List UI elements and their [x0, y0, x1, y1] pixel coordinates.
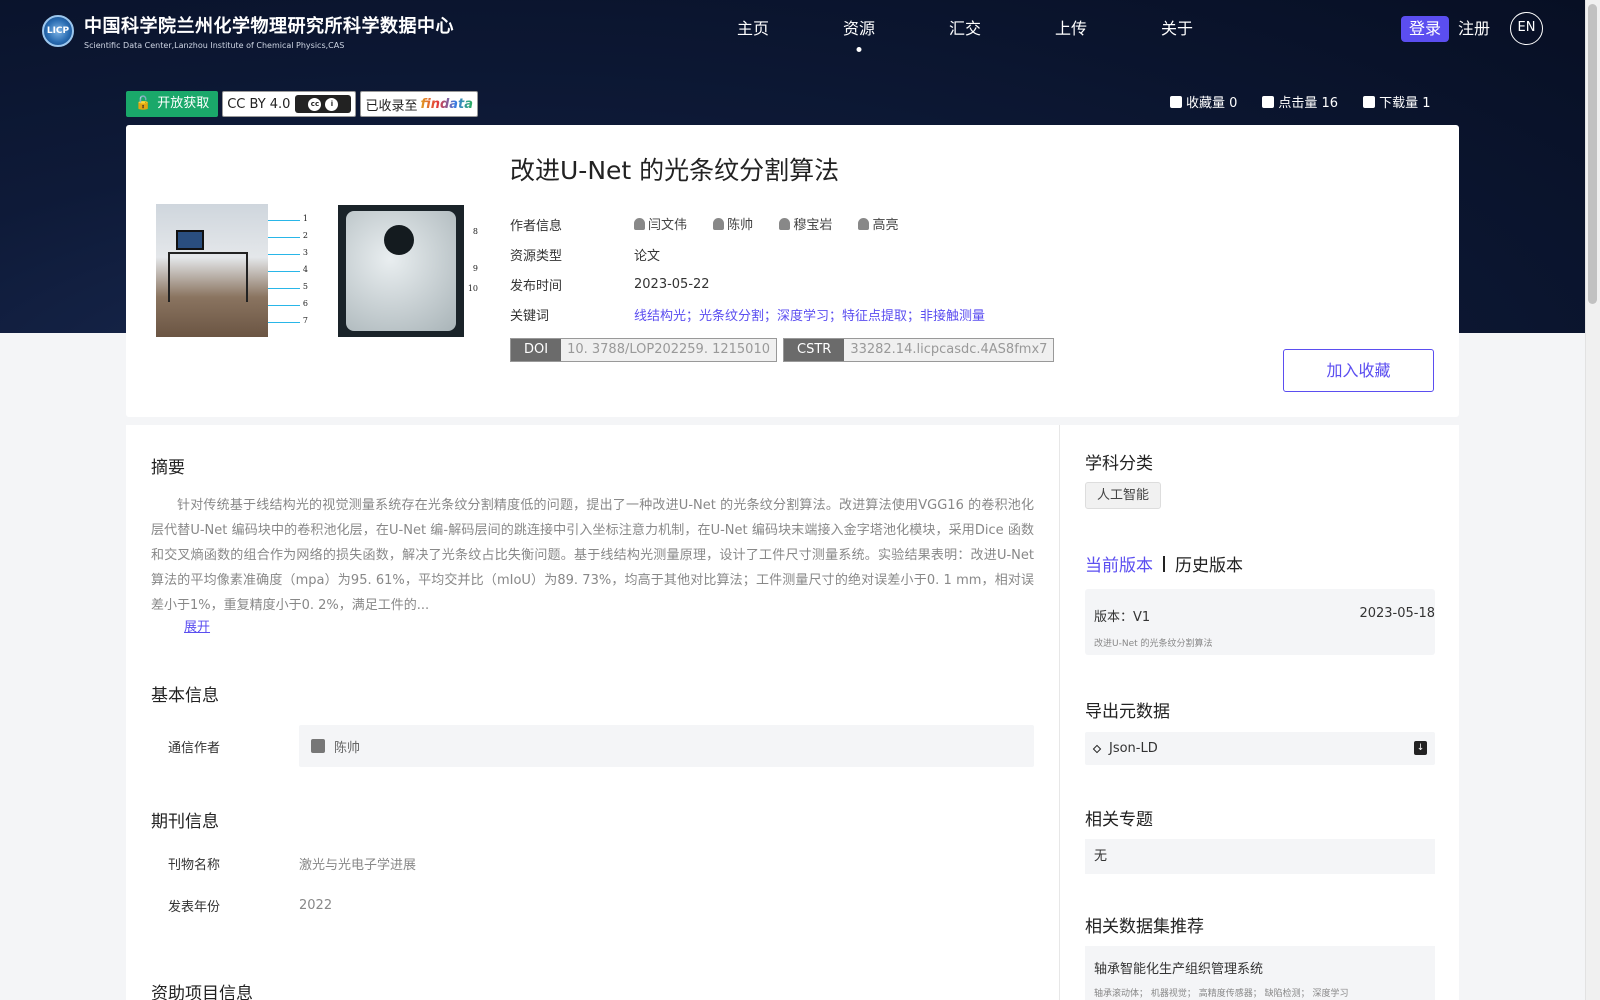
version-tabs: 当前版本 历史版本	[1085, 551, 1243, 576]
corresponding-author-box[interactable]: 陈帅	[299, 725, 1034, 767]
doi-value: 10. 3788/LOP202259. 1215010	[561, 339, 776, 361]
setup-photo[interactable]	[156, 204, 268, 337]
person-icon	[713, 217, 725, 230]
version-name: 改进U-Net 的光条纹分割算法	[1094, 639, 1213, 649]
recommend-name: 轴承智能化生产组织管理系统	[1094, 962, 1264, 977]
open-access-label: 开放获取	[157, 96, 210, 111]
tab-history-version[interactable]: 历史版本	[1175, 551, 1243, 576]
journal-name-row: 刊物名称 激光与光电子学进展	[151, 853, 1034, 873]
login-button[interactable]: 登录	[1401, 16, 1450, 42]
scrollbar-thumb[interactable]	[1588, 4, 1597, 304]
logo-emblem-icon: LICP	[42, 15, 74, 47]
record-meta: 作者信息 闫文伟 陈帅 穆宝岩 高亮 资源类型 论文 发布时间 2023-05-…	[510, 209, 985, 329]
abstract-text: 针对传统基于线结构光的视觉测量系统存在光条纹分割精度低的问题，提出了一种改进U-…	[151, 498, 1034, 613]
subject-title: 学科分类	[1085, 454, 1153, 474]
cstr-value: 33282.14.licpcasdc.4AS8fmx7	[844, 339, 1054, 361]
findata-badge[interactable]: 已收录至 findata	[360, 91, 479, 117]
cc-by-icon: cc i	[295, 95, 352, 113]
date-label: 发布时间	[510, 278, 563, 294]
journal-name-value: 激光与光电子学进展	[299, 857, 417, 873]
type-label: 资源类型	[510, 248, 563, 264]
open-access-badge: 🔓 开放获取	[126, 91, 219, 117]
diamond-icon	[1092, 744, 1102, 753]
license-badges: 🔓 开放获取 CC BY 4.0 cc i 已收录至 findata	[126, 91, 479, 117]
site-logo[interactable]: LICP 中国科学院兰州化学物理研究所科学数据中心 Scientific Dat…	[42, 12, 454, 50]
record-detail-card: 摘要 针对传统基于线结构光的视觉测量系统存在光条纹分割精度低的问题，提出了一种改…	[126, 425, 1059, 1000]
record-header-card: 1 2 3 4 5 6 7 8 9 10 改进U-Net 的光条纹分割算法 作者…	[126, 125, 1459, 417]
date-value: 2023-05-22	[634, 276, 710, 292]
subject-tag[interactable]: 人工智能	[1085, 482, 1162, 509]
cstr-badge[interactable]: CSTR 33282.14.licpcasdc.4AS8fmx7	[783, 338, 1055, 362]
views-stat: 点击量 16	[1262, 92, 1338, 111]
topics-value: 无	[1085, 839, 1435, 874]
identifier-badges: DOI 10. 3788/LOP202259. 1215010 CSTR 332…	[510, 338, 1055, 362]
setup-photo-labels: 1 2 3 4 5 6 7	[268, 204, 308, 337]
version-date: 2023-05-18	[1359, 606, 1435, 621]
nav-about[interactable]: 关于	[1124, 14, 1230, 44]
basic-info-title: 基本信息	[151, 686, 219, 706]
corresponding-author-value: 陈帅	[334, 740, 361, 756]
recommend-title: 相关数据集推荐	[1085, 917, 1204, 937]
abstract-title: 摘要	[151, 458, 185, 478]
bookmark-icon	[1170, 95, 1182, 108]
license-label: CC BY 4.0	[227, 96, 291, 112]
nav-resources[interactable]: 资源	[806, 14, 912, 44]
recommend-keywords: 轴承滚动体； 机器视觉； 高精度传感器； 缺陷检测； 深度学习	[1094, 989, 1349, 999]
findata-prefix: 已收录至	[365, 98, 418, 114]
publish-year-value: 2022	[299, 897, 333, 913]
site-name-en: Scientific Data Center,Lanzhou Institute…	[84, 41, 345, 50]
tab-current-version[interactable]: 当前版本	[1085, 551, 1153, 576]
record-title: 改进U-Net 的光条纹分割算法	[510, 156, 840, 185]
keywords-label: 关键词	[510, 308, 550, 324]
author-item[interactable]: 穆宝岩	[779, 214, 832, 233]
author-item[interactable]: 陈帅	[713, 214, 753, 233]
register-link[interactable]: 注册	[1458, 16, 1490, 42]
download-icon[interactable]: ↓	[1414, 741, 1427, 755]
author-item[interactable]: 闫文伟	[634, 214, 687, 233]
findata-logo: findata	[420, 96, 474, 112]
nav-submit[interactable]: 汇交	[912, 14, 1018, 44]
language-toggle[interactable]: EN	[1510, 12, 1543, 45]
nav-home[interactable]: 主页	[700, 14, 806, 44]
cc-license-badge[interactable]: CC BY 4.0 cc i	[222, 91, 357, 117]
download-icon	[1363, 95, 1376, 108]
add-favorite-button[interactable]: 加入收藏	[1283, 349, 1434, 392]
version-label: 版本：V1	[1094, 610, 1151, 625]
journal-info-title: 期刊信息	[151, 812, 219, 832]
unlock-icon: 🔓	[135, 96, 152, 111]
favorites-stat: 收藏量 0	[1170, 92, 1237, 111]
author-label: 作者信息	[510, 218, 563, 234]
workpiece-photo[interactable]	[338, 205, 464, 337]
expand-link[interactable]: 展开	[184, 616, 210, 635]
person-icon	[858, 217, 870, 230]
doi-badge[interactable]: DOI 10. 3788/LOP202259. 1215010	[510, 338, 777, 362]
eye-icon	[1262, 95, 1275, 108]
person-icon	[779, 217, 791, 230]
topics-title: 相关专题	[1085, 810, 1153, 830]
version-card[interactable]: 版本：V1 2023-05-18 改进U-Net 的光条纹分割算法	[1085, 589, 1435, 655]
publish-year-row: 发表年份 2022	[168, 897, 333, 915]
person-icon	[634, 217, 645, 230]
type-value: 论文	[634, 248, 661, 264]
stats-bar: 收藏量 0 点击量 16 下载量 1	[1170, 92, 1431, 111]
scrollbar[interactable]	[1585, 0, 1600, 1000]
recommend-item[interactable]: 轴承智能化生产组织管理系统 轴承滚动体； 机器视觉； 高精度传感器； 缺陷检测；…	[1085, 946, 1435, 1000]
record-sidebar: 学科分类 人工智能 当前版本 历史版本 版本：V1 2023-05-18 改进U…	[1059, 425, 1459, 1000]
site-name-cn: 中国科学院兰州化学物理研究所科学数据中心	[84, 16, 454, 37]
workpiece-photo-labels: 8 9 10	[467, 227, 478, 293]
main-nav: 主页 资源 汇交 上传 关于	[700, 14, 1230, 44]
corresponding-author-row: 通信作者 陈帅	[151, 725, 1034, 767]
author-item[interactable]: 高亮	[858, 214, 898, 233]
downloads-stat: 下载量 1	[1363, 92, 1431, 111]
export-jsonld-item[interactable]: Json-LD ↓	[1085, 732, 1435, 765]
nav-upload[interactable]: 上传	[1018, 14, 1124, 44]
keywords-value[interactable]: 线结构光；光条纹分割；深度学习；特征点提取；非接触测量	[634, 305, 985, 324]
funding-info-title: 资助项目信息	[151, 984, 253, 1000]
id-card-icon	[311, 739, 325, 753]
export-title: 导出元数据	[1085, 702, 1170, 722]
